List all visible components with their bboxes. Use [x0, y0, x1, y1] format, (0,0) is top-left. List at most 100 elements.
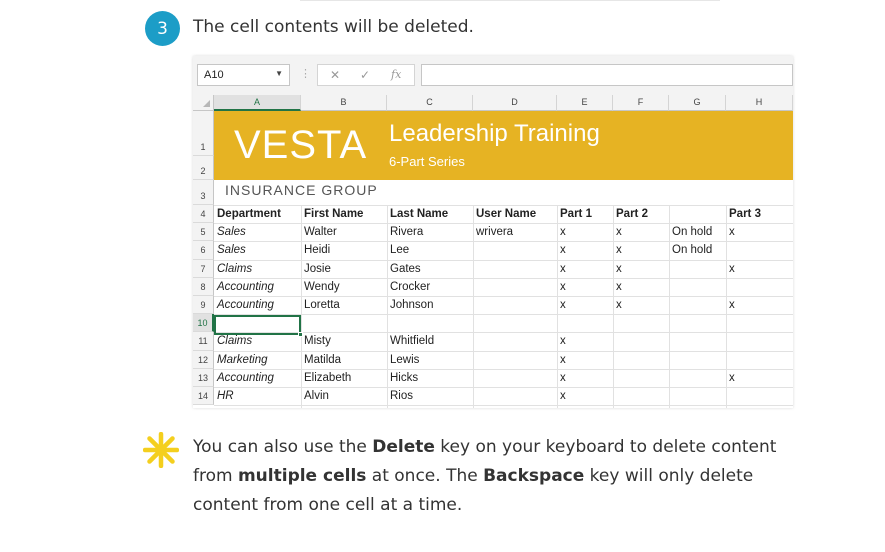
column-header-f[interactable]: F	[613, 95, 669, 111]
cell-c12[interactable]: Lewis	[387, 351, 419, 369]
name-box[interactable]: A10 ▼	[197, 64, 290, 86]
column-header-d[interactable]: D	[473, 95, 557, 111]
cell-g5[interactable]: On hold	[669, 223, 712, 241]
cell-h4[interactable]: Part 3	[726, 205, 761, 223]
cell-h13[interactable]: x	[726, 369, 735, 387]
step-number-badge: 3	[145, 11, 180, 46]
banner-tagline: INSURANCE GROUP	[225, 182, 378, 198]
cell-b9[interactable]: Loretta	[301, 296, 340, 314]
cell-a14[interactable]: HR	[214, 387, 234, 405]
row-header-3[interactable]: 3	[193, 180, 214, 205]
cancel-icon[interactable]: ✕	[330, 68, 340, 82]
cell-c9[interactable]: Johnson	[387, 296, 433, 314]
column-header-e[interactable]: E	[557, 95, 613, 111]
cell-a7[interactable]: Claims	[214, 260, 252, 278]
cell-e4[interactable]: Part 1	[557, 205, 592, 223]
spreadsheet-screenshot: A10 ▼ ⋮ ✕ ✓ fx ABCDEFGH 1 2 3 4 5 6 7 8 9 10 11 12 1…	[193, 56, 793, 408]
cell-a11[interactable]: Claims	[214, 332, 252, 350]
cell-e6[interactable]: x	[557, 241, 566, 259]
cell-a8[interactable]: Accounting	[214, 278, 274, 296]
cell-f5[interactable]: x	[613, 223, 622, 241]
cell-c4[interactable]: Last Name	[387, 205, 448, 223]
cell-h5[interactable]: x	[726, 223, 735, 241]
formula-input[interactable]	[421, 64, 793, 86]
cell-a13[interactable]: Accounting	[214, 369, 274, 387]
cell-c6[interactable]: Lee	[387, 241, 409, 259]
column-header-a[interactable]: A	[214, 95, 301, 111]
column-header-c[interactable]: C	[387, 95, 473, 111]
row-header-14[interactable]: 14	[193, 387, 214, 406]
cell-a5[interactable]: Sales	[214, 223, 246, 241]
top-divider	[300, 0, 720, 1]
chevron-down-icon[interactable]: ▼	[275, 69, 283, 78]
formula-bar: A10 ▼ ⋮ ✕ ✓ fx	[193, 56, 793, 95]
cell-e11[interactable]: x	[557, 332, 566, 350]
banner-title: Leadership Training	[389, 120, 600, 147]
cell-b4[interactable]: First Name	[301, 205, 363, 223]
select-all-corner[interactable]	[193, 95, 214, 111]
cell-f8[interactable]: x	[613, 278, 622, 296]
enter-icon[interactable]: ✓	[360, 68, 370, 82]
cell-a4[interactable]: Department	[214, 205, 281, 223]
row-header-11[interactable]: 11	[193, 332, 214, 351]
cell-b6[interactable]: Heidi	[301, 241, 330, 259]
row-header-6[interactable]: 6	[193, 241, 214, 260]
cell-b5[interactable]: Walter	[301, 223, 337, 241]
cell-f7[interactable]: x	[613, 260, 622, 278]
drag-handle-icon[interactable]: ⋮	[300, 67, 311, 80]
cell-f4[interactable]: Part 2	[613, 205, 648, 223]
cell-b12[interactable]: Matilda	[301, 351, 341, 369]
fill-handle[interactable]	[298, 332, 303, 337]
column-header-b[interactable]: B	[301, 95, 387, 111]
cell-a6[interactable]: Sales	[214, 241, 246, 259]
cell-f9[interactable]: x	[613, 296, 622, 314]
insert-function-icon[interactable]: fx	[391, 68, 401, 81]
cell-e13[interactable]: x	[557, 369, 566, 387]
row-header-12[interactable]: 12	[193, 350, 214, 369]
banner-subtitle: 6-Part Series	[389, 154, 465, 169]
cell-a12[interactable]: Marketing	[214, 351, 268, 369]
name-box-value: A10	[204, 69, 224, 81]
row-header-5[interactable]: 5	[193, 223, 214, 242]
cell-e8[interactable]: x	[557, 278, 566, 296]
cell-c14[interactable]: Rios	[387, 387, 413, 405]
cell-e9[interactable]: x	[557, 296, 566, 314]
cell-b8[interactable]: Wendy	[301, 278, 340, 296]
cell-c13[interactable]: Hicks	[387, 369, 418, 387]
row-header-8[interactable]: 8	[193, 277, 214, 296]
cell-b13[interactable]: Elizabeth	[301, 369, 351, 387]
cell-c11[interactable]: Whitfield	[387, 332, 434, 350]
row-header-4[interactable]: 4	[193, 205, 214, 224]
cell-e5[interactable]: x	[557, 223, 566, 241]
row-header-13[interactable]: 13	[193, 368, 214, 387]
selected-cell-a10[interactable]	[214, 315, 303, 337]
vesta-logo: VESTA	[234, 123, 368, 167]
cell-b14[interactable]: Alvin	[301, 387, 329, 405]
select-all-triangle-icon	[203, 100, 210, 107]
cell-grid[interactable]: Department First Name Last Name User Name Pa…	[214, 205, 793, 408]
formula-buttons: ✕ ✓ fx	[317, 64, 415, 86]
cell-h9[interactable]: x	[726, 296, 735, 314]
row-header-7[interactable]: 7	[193, 259, 214, 278]
row-header-9[interactable]: 9	[193, 296, 214, 315]
cell-e14[interactable]: x	[557, 387, 566, 405]
asterisk-icon	[143, 432, 179, 468]
column-header-h[interactable]: H	[726, 95, 793, 111]
cell-a9[interactable]: Accounting	[214, 296, 274, 314]
row-header-1[interactable]: 1	[193, 111, 214, 156]
cell-d5[interactable]: wrivera	[473, 223, 513, 241]
cell-e12[interactable]: x	[557, 351, 566, 369]
cell-b11[interactable]: Misty	[301, 332, 331, 350]
cell-e7[interactable]: x	[557, 260, 566, 278]
column-header-g[interactable]: G	[669, 95, 726, 111]
cell-c7[interactable]: Gates	[387, 260, 421, 278]
cell-c8[interactable]: Crocker	[387, 278, 430, 296]
cell-h7[interactable]: x	[726, 260, 735, 278]
row-header-10[interactable]: 10	[193, 314, 214, 333]
cell-c5[interactable]: Rivera	[387, 223, 423, 241]
cell-g6[interactable]: On hold	[669, 241, 712, 259]
cell-b7[interactable]: Josie	[301, 260, 331, 278]
cell-d4[interactable]: User Name	[473, 205, 536, 223]
row-header-2[interactable]: 2	[193, 156, 214, 180]
cell-f6[interactable]: x	[613, 241, 622, 259]
